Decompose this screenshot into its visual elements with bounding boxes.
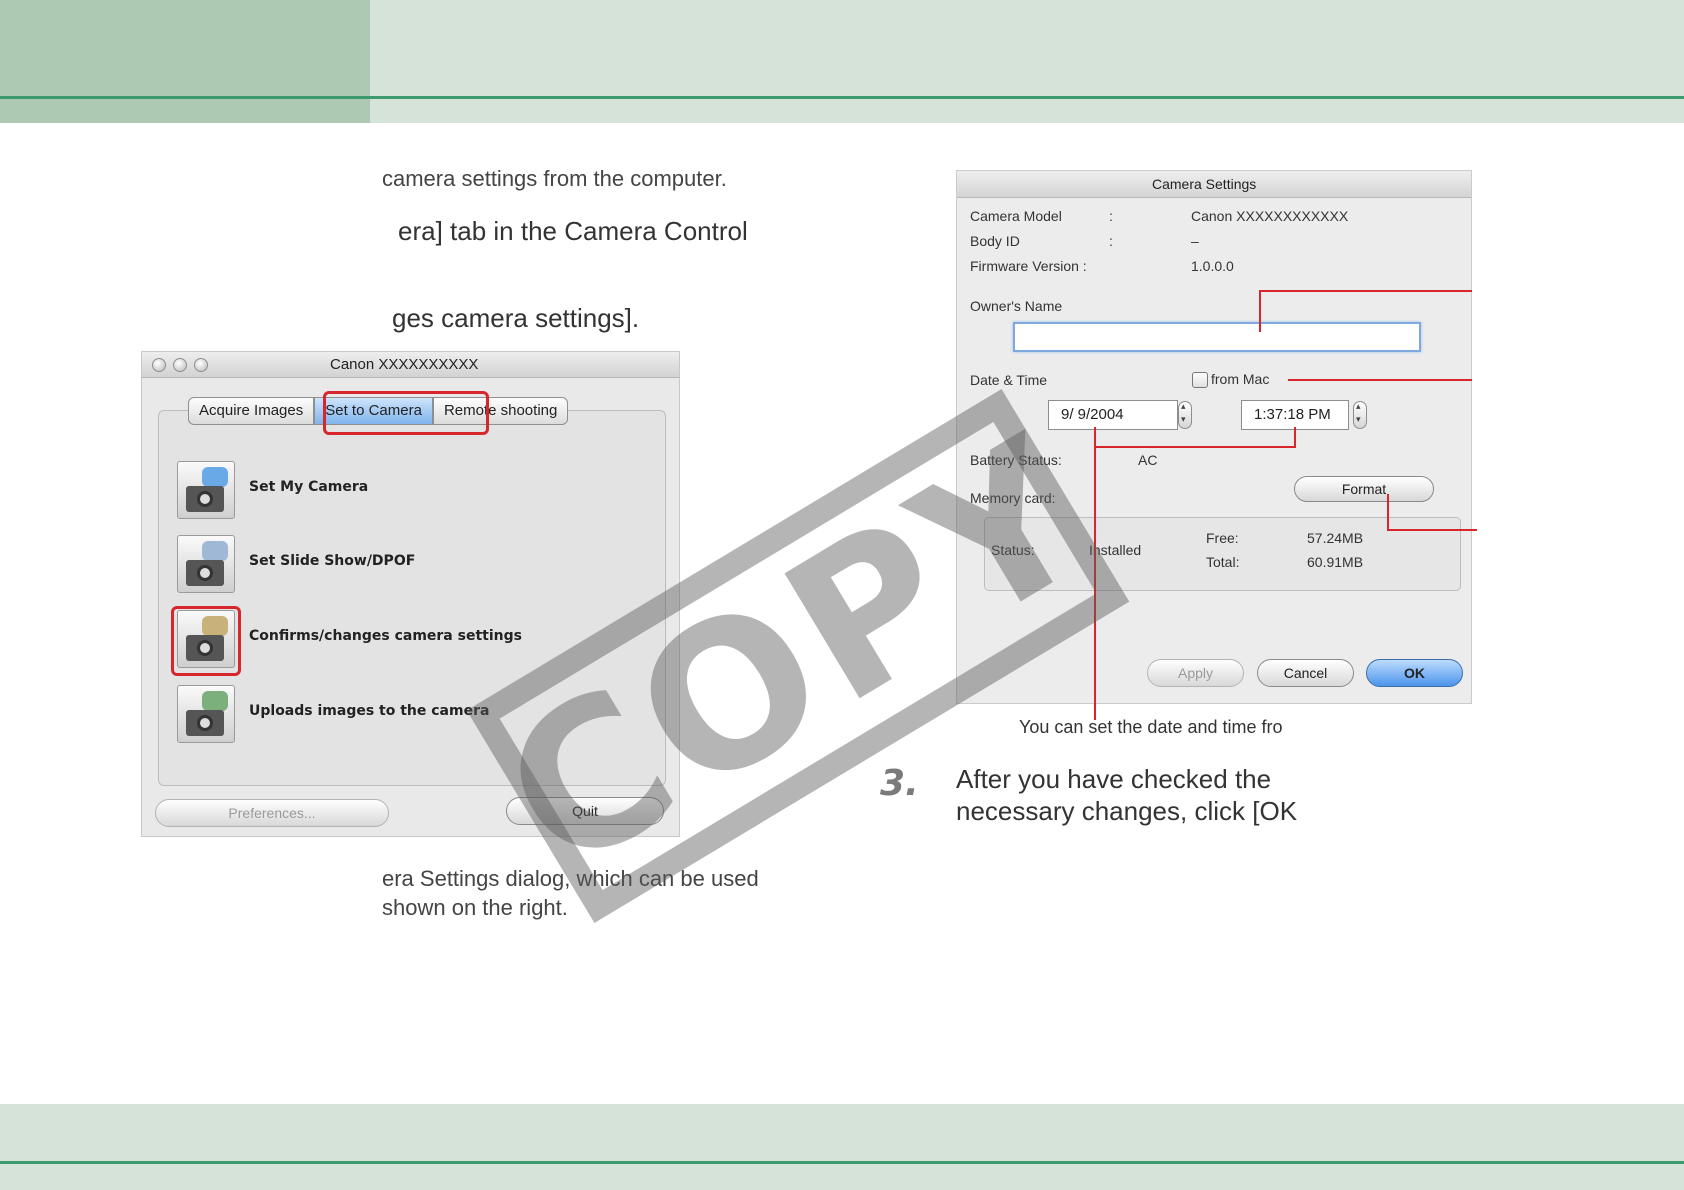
memory-total-label: Total: [1206,554,1240,570]
close-window-icon[interactable] [152,358,166,372]
tab-acquire-images[interactable]: Acquire Images [188,397,315,425]
body-text-line-2: era] tab in the Camera Control [398,216,748,246]
callout-owner-name-horizontal [1259,290,1472,292]
camera-settings-title: Camera Settings [1152,176,1257,192]
camera-music-icon [177,461,235,519]
callout-time-vertical [1294,427,1296,448]
step-instruction: After you have checked the necessary cha… [956,763,1297,827]
firmware-version-value: 1.0.0.0 [1191,258,1234,274]
menu-item-set-slide-show[interactable]: Set Slide Show/DPOF [177,535,617,595]
from-mac-checkbox[interactable] [1192,372,1208,388]
memory-free-label: Free: [1206,530,1239,546]
menu-item-label: Confirms/changes camera settings [249,628,522,644]
date-input[interactable]: 9/ 9/2004 [1048,400,1178,430]
zoom-window-icon[interactable] [194,358,208,372]
date-time-callout-text: You can set the date and time fro [1019,717,1283,737]
body-id-value: – [1191,233,1199,249]
header-strip-left [0,99,370,123]
canon-window-titlebar: Canon XXXXXXXXXX [142,352,679,378]
callout-datetime-horizontal [1094,446,1296,448]
memory-total-value: 60.91MB [1307,554,1364,570]
camera-upload-icon [177,685,235,743]
header-band-right [370,0,1684,96]
camera-model-separator: : [1109,208,1113,224]
owner-name-label: Owner's Name [970,298,1063,314]
battery-status-value: AC [1138,452,1158,468]
apply-button[interactable]: Apply [1147,659,1244,687]
camera-settings-titlebar: Camera Settings [957,171,1471,198]
highlight-set-to-camera-tab [323,391,489,435]
step-number: 3. [880,763,919,804]
menu-item-label: Set Slide Show/DPOF [249,553,416,569]
date-stepper[interactable] [1178,401,1192,429]
footer-strip [0,1164,1684,1190]
callout-format-horizontal [1387,529,1477,531]
body-text-line-1: camera settings from the computer. [382,166,727,191]
step-instruction-line-1: After you have checked the [956,764,1272,794]
footer-band [0,1104,1684,1162]
body-text-line-3: ges camera settings]. [392,303,640,333]
step-instruction-line-2: necessary changes, click [OK [956,796,1298,826]
body-id-separator: : [1109,233,1113,249]
callout-owner-name-vertical [1259,290,1261,332]
header-band-left [0,0,370,96]
memory-free-value: 57.24MB [1307,530,1364,546]
highlight-camera-settings-icon [171,606,241,676]
camera-model-label: Camera Model [970,208,1062,224]
callout-format-vertical [1387,494,1389,530]
time-stepper[interactable] [1353,401,1367,429]
minimize-window-icon[interactable] [173,358,187,372]
menu-item-label: Set My Camera [249,479,369,495]
owner-name-input[interactable] [1013,322,1421,352]
callout-from-mac-line [1288,379,1472,381]
header-strip-right [370,99,1684,123]
format-button[interactable]: Format [1294,476,1434,502]
canon-window-title: Canon XXXXXXXXXX [330,356,479,373]
body-id-label: Body ID [970,233,1020,249]
menu-item-set-my-camera[interactable]: Set My Camera [177,461,617,521]
time-input[interactable]: 1:37:18 PM [1241,400,1349,430]
from-mac-label: from Mac [1211,371,1270,387]
preferences-button[interactable]: Preferences... [155,799,389,827]
body-text-line-5: shown on the right. [382,895,568,920]
cancel-button[interactable]: Cancel [1257,659,1354,687]
ok-button[interactable]: OK [1366,659,1463,687]
firmware-version-label: Firmware Version : [970,258,1087,274]
date-time-label: Date & Time [970,372,1048,388]
menu-item-label: Uploads images to the camera [249,703,490,719]
camera-slideshow-icon [177,535,235,593]
camera-model-value: Canon XXXXXXXXXXXX [1191,208,1349,224]
